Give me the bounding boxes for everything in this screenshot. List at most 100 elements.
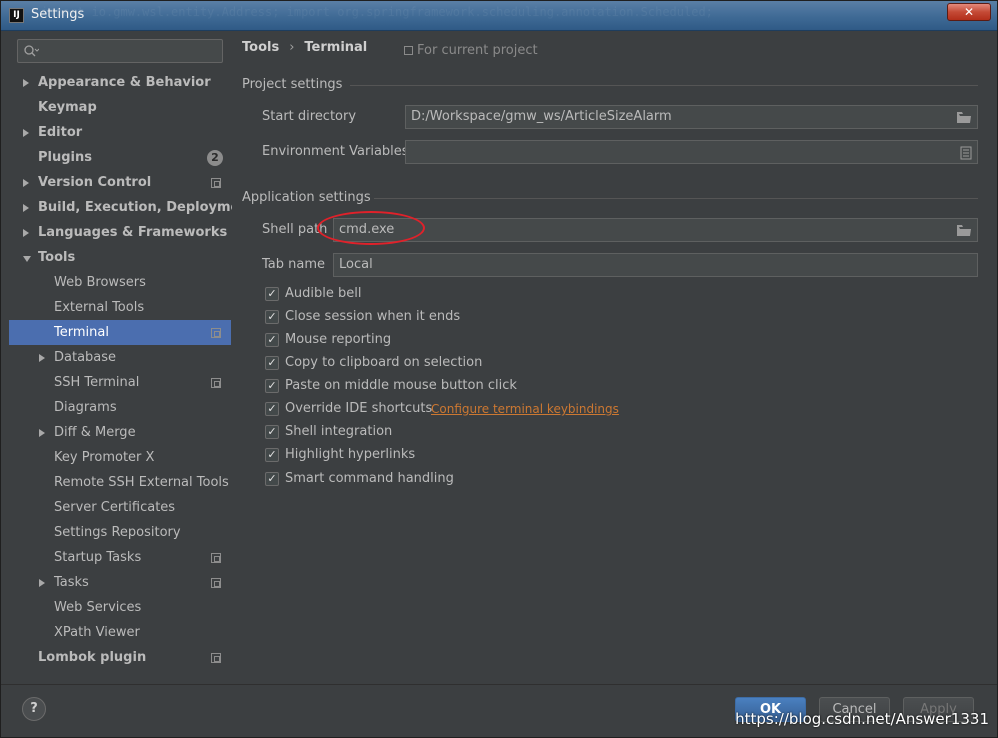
section-divider	[374, 198, 978, 199]
start-directory-field[interactable]: D:/Workspace/gmw_ws/ArticleSizeAlarm	[405, 105, 978, 129]
sidebar-item-remote-ssh-external-tools[interactable]: Remote SSH External Tools	[9, 470, 231, 495]
folder-icon[interactable]	[956, 224, 972, 237]
checkbox-label: Shell integration	[285, 424, 393, 439]
sidebar-item-label: Diff & Merge	[54, 425, 136, 440]
sidebar-item-languages-frameworks[interactable]: Languages & Frameworks	[9, 220, 231, 245]
sidebar-item-diff-merge[interactable]: Diff & Merge	[9, 420, 231, 445]
sidebar-item-label: XPath Viewer	[54, 625, 140, 640]
breadcrumb-terminal: Terminal	[304, 40, 368, 55]
title-bar: import io.gmw.wsl.entity.Address; import…	[1, 1, 997, 31]
settings-search-input[interactable]	[17, 39, 223, 63]
sidebar-item-appearance-behavior[interactable]: Appearance & Behavior	[9, 70, 231, 95]
checkbox-label: Smart command handling	[285, 471, 454, 486]
checkbox[interactable]: ✓	[265, 402, 279, 416]
sidebar-item-label: Web Browsers	[54, 275, 146, 290]
expand-arrow-right-icon[interactable]	[23, 79, 29, 87]
scope-label: For current project	[417, 43, 538, 58]
search-icon	[24, 45, 39, 57]
sidebar-item-settings-repository[interactable]: Settings Repository	[9, 520, 231, 545]
checkbox[interactable]: ✓	[265, 379, 279, 393]
sidebar-item-label: Build, Execution, Deployment	[38, 200, 255, 215]
checkbox[interactable]: ✓	[265, 310, 279, 324]
sidebar-item-diagrams[interactable]: Diagrams	[9, 395, 231, 420]
expand-arrow-right-icon[interactable]	[39, 579, 45, 587]
sidebar-item-label: Keymap	[38, 100, 97, 115]
window-title: Settings	[31, 7, 85, 22]
expand-arrow-right-icon[interactable]	[23, 179, 29, 187]
intellij-app-icon: IJ	[9, 8, 24, 23]
sidebar-item-tools[interactable]: Tools	[9, 245, 231, 270]
sidebar-item-build-execution-deployment[interactable]: Build, Execution, Deployment	[9, 195, 255, 220]
sidebar-item-label: Remote SSH External Tools	[54, 475, 229, 490]
project-level-icon	[211, 178, 221, 188]
sidebar-item-label: Version Control	[38, 175, 152, 190]
checkbox-label: Copy to clipboard on selection	[285, 355, 483, 370]
sidebar-item-editor[interactable]: Editor	[9, 120, 231, 145]
checkbox-label: Mouse reporting	[285, 332, 392, 347]
close-window-button[interactable]: ✕	[947, 3, 991, 21]
sidebar-item-startup-tasks[interactable]: Startup Tasks	[9, 545, 231, 570]
checkbox[interactable]: ✓	[265, 425, 279, 439]
project-level-icon	[211, 653, 221, 663]
tab-name-label: Tab name	[262, 257, 326, 272]
tab-name-field[interactable]: Local	[333, 253, 978, 277]
expand-arrow-right-icon[interactable]	[39, 429, 45, 437]
sidebar-item-external-tools[interactable]: External Tools	[9, 295, 231, 320]
sidebar-item-label: Languages & Frameworks	[38, 225, 228, 240]
sidebar-item-label: Database	[54, 350, 117, 365]
breadcrumb-tools[interactable]: Tools	[242, 40, 279, 55]
checkbox-label: Audible bell	[285, 286, 362, 301]
sidebar-item-label: SSH Terminal	[54, 375, 140, 390]
dialog-footer: ? OK Cancel Apply https://blog.csdn.net/…	[1, 684, 997, 737]
sidebar-item-tasks[interactable]: Tasks	[9, 570, 231, 595]
checkbox[interactable]: ✓	[265, 356, 279, 370]
project-level-icon	[211, 553, 221, 563]
configure-keybindings-link[interactable]: Configure terminal keybindings	[431, 402, 619, 416]
section-divider	[350, 85, 978, 86]
sidebar-item-label: Startup Tasks	[54, 550, 142, 565]
sidebar-item-label: Key Promoter X	[54, 450, 155, 465]
checkbox-label: Close session when it ends	[285, 309, 461, 324]
expand-arrow-right-icon[interactable]	[23, 229, 29, 237]
sidebar-item-label: Web Services	[54, 600, 142, 615]
sidebar-item-terminal[interactable]: Terminal	[9, 320, 231, 345]
checkbox-label: Highlight hyperlinks	[285, 447, 416, 462]
sidebar-item-version-control[interactable]: Version Control	[9, 170, 231, 195]
sidebar-item-keymap[interactable]: Keymap	[9, 95, 231, 120]
sidebar-item-web-browsers[interactable]: Web Browsers	[9, 270, 231, 295]
breadcrumb-separator: ›	[289, 40, 295, 55]
checkbox[interactable]: ✓	[265, 472, 279, 486]
tab-name-value: Local	[339, 257, 373, 272]
checkbox[interactable]: ✓	[265, 448, 279, 462]
checkbox[interactable]: ✓	[265, 333, 279, 347]
update-count-badge: 2	[207, 150, 223, 166]
sidebar-item-xpath-viewer[interactable]: XPath Viewer	[9, 620, 231, 645]
expand-arrow-right-icon[interactable]	[39, 354, 45, 362]
checkbox-label: Paste on middle mouse button click	[285, 378, 517, 393]
sidebar-item-plugins[interactable]: Plugins 2	[9, 145, 231, 170]
shell-path-field[interactable]: cmd.exe	[333, 218, 978, 242]
project-level-icon	[211, 378, 221, 388]
sidebar-item-label: Editor	[38, 125, 83, 140]
scope-indicator: For current project	[404, 43, 538, 58]
sidebar-item-label: Tasks	[54, 575, 89, 590]
sidebar-item-label: Settings Repository	[54, 525, 181, 540]
env-vars-label: Environment Variables	[262, 144, 409, 159]
sidebar-item-server-certificates[interactable]: Server Certificates	[9, 495, 231, 520]
sidebar-item-key-promoter-x[interactable]: Key Promoter X	[9, 445, 231, 470]
sidebar-item-web-services[interactable]: Web Services	[9, 595, 231, 620]
sidebar-item-label: Lombok plugin	[38, 650, 147, 665]
edit-list-icon[interactable]	[960, 146, 972, 160]
sidebar-item-lombok-plugin[interactable]: Lombok plugin	[9, 645, 231, 670]
expand-arrow-right-icon[interactable]	[23, 204, 29, 212]
sidebar-item-database[interactable]: Database	[9, 345, 231, 370]
expand-arrow-down-icon[interactable]	[23, 256, 31, 262]
project-settings-title: Project settings	[242, 77, 343, 92]
expand-arrow-right-icon[interactable]	[23, 129, 29, 137]
sidebar-item-ssh-terminal[interactable]: SSH Terminal	[9, 370, 231, 395]
folder-icon[interactable]	[956, 111, 972, 124]
breadcrumb: Tools › Terminal	[242, 40, 367, 55]
checkbox[interactable]: ✓	[265, 287, 279, 301]
env-vars-field[interactable]	[405, 140, 978, 164]
help-button[interactable]: ?	[22, 697, 46, 721]
